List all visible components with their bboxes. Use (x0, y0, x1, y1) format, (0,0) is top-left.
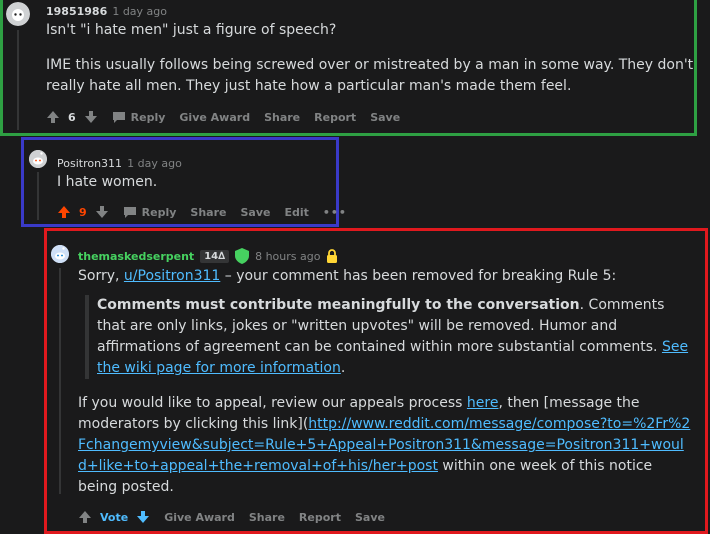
report-button[interactable]: Report (314, 111, 356, 124)
give-award-button[interactable]: Give Award (164, 511, 235, 524)
upvote-button[interactable] (46, 110, 60, 124)
comment-body: Sorry, u/Positron311 – your comment has … (78, 266, 692, 498)
moderator-shield-icon (235, 248, 250, 264)
save-button[interactable]: Save (370, 111, 400, 124)
comment-action-bar: 9 Reply Share Save Edit ••• (57, 205, 361, 219)
user-mention-link[interactable]: u/Positron311 (124, 268, 220, 284)
thread-line[interactable] (59, 268, 61, 494)
downvote-arrow-icon (95, 206, 108, 218)
comment-paragraph: IME this usually follows being screwed o… (46, 57, 694, 94)
more-options-button[interactable]: ••• (323, 206, 347, 219)
comment-header: themaskedserpent 14∆ 8 hours ago (78, 248, 338, 264)
comment-body: Isn't "i hate men" just a figure of spee… (46, 20, 696, 97)
appeal-paragraph: If you would like to appeal, review our … (78, 393, 692, 498)
downvote-arrow-icon (137, 511, 150, 523)
removal-intro-text: – your comment has been removed for brea… (220, 268, 617, 284)
upvote-arrow-icon (79, 511, 91, 523)
user-avatar-icon (6, 2, 30, 26)
comment-header: 19851986 1 day ago (46, 0, 167, 19)
comment-author[interactable]: themaskedserpent (78, 250, 194, 263)
comment-action-bar: 6 Reply Give Award Share Report Save (46, 110, 414, 124)
reply-button[interactable]: Reply (112, 110, 166, 124)
comment-timestamp[interactable]: 8 hours ago (255, 250, 320, 263)
avatar[interactable] (6, 2, 30, 26)
reply-label: Reply (141, 205, 177, 219)
lock-icon (327, 249, 338, 263)
comment-header: Positron311 1 day ago (57, 152, 182, 171)
share-button[interactable]: Share (264, 111, 300, 124)
removal-intro: Sorry, u/Positron311 – your comment has … (78, 266, 692, 287)
report-button[interactable]: Report (299, 511, 341, 524)
upvote-arrow-icon (47, 111, 59, 123)
rule-blockquote: Comments must contribute meaningfully to… (85, 295, 692, 379)
comment-body: I hate women. (57, 174, 158, 190)
vote-score: 9 (79, 205, 87, 219)
thread-line[interactable] (37, 172, 39, 220)
share-button[interactable]: Share (249, 511, 285, 524)
comment-author[interactable]: 19851986 (46, 5, 107, 18)
comment-bubble-icon (123, 207, 136, 218)
downvote-button[interactable] (136, 510, 150, 524)
appeals-process-link[interactable]: here (467, 395, 499, 411)
upvote-arrow-icon (58, 206, 70, 218)
user-flair: 14∆ (200, 249, 230, 263)
rule-title: Comments must contribute meaningfully to… (97, 297, 580, 313)
comment-action-bar: Vote Give Award Share Report Save (78, 510, 399, 524)
upvote-button[interactable] (57, 205, 71, 219)
save-button[interactable]: Save (355, 511, 385, 524)
snoo-avatar-icon (29, 150, 47, 168)
vote-label: Vote (100, 510, 129, 524)
avatar[interactable] (29, 150, 47, 168)
reply-button[interactable]: Reply (123, 205, 177, 219)
rule-text-end: . (340, 360, 346, 376)
save-button[interactable]: Save (240, 206, 270, 219)
give-award-button[interactable]: Give Award (179, 111, 250, 124)
reply-label: Reply (130, 110, 166, 124)
edit-button[interactable]: Edit (284, 206, 308, 219)
avatar[interactable] (51, 245, 69, 263)
downvote-button[interactable] (95, 205, 109, 219)
snoo-avatar-icon (51, 245, 69, 263)
share-button[interactable]: Share (190, 206, 226, 219)
comment-paragraph: Isn't "i hate men" just a figure of spee… (46, 22, 337, 38)
comment-timestamp[interactable]: 1 day ago (112, 5, 167, 18)
comment-author[interactable]: Positron311 (57, 157, 122, 170)
downvote-arrow-icon (84, 111, 97, 123)
downvote-button[interactable] (84, 110, 98, 124)
upvote-button[interactable] (78, 510, 92, 524)
removal-intro-text: Sorry, (78, 268, 124, 284)
comment-timestamp[interactable]: 1 day ago (127, 157, 182, 170)
appeal-text: If you would like to appeal, review our … (78, 395, 467, 411)
comment-bubble-icon (112, 112, 125, 123)
thread-line[interactable] (17, 30, 19, 130)
vote-score: 6 (68, 110, 76, 124)
